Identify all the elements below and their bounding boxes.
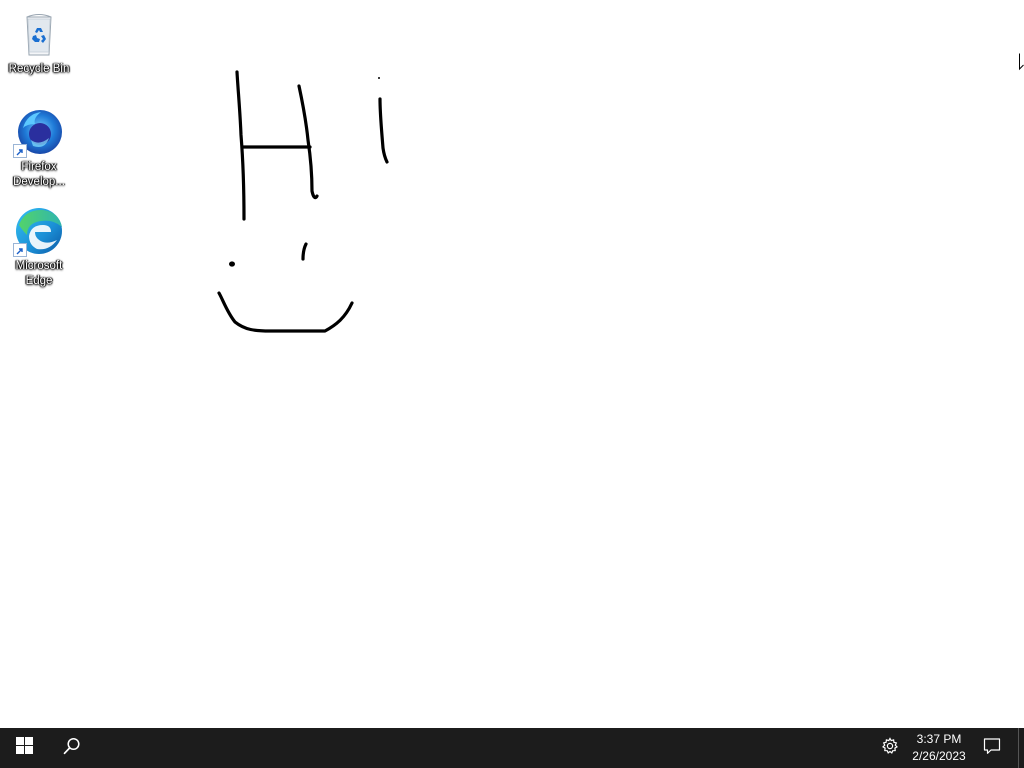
show-desktop-button[interactable]: [1018, 728, 1024, 768]
smiley-left-eye: [229, 261, 235, 267]
notification-icon: [983, 737, 1001, 760]
desktop-icon-label: Firefox Develop...: [13, 161, 65, 188]
smiley-right-eye: [301, 242, 308, 261]
desktop[interactable]: Recycle Bin Firefox Develop... Microsoft…: [0, 0, 1024, 728]
gear-icon: [881, 736, 899, 760]
search-icon: [63, 737, 81, 760]
letter-i-stem: [378, 97, 389, 164]
taskbar: 3:37 PM 2/26/2023: [0, 728, 1024, 768]
shortcut-arrow-icon: [13, 243, 27, 257]
recycle-bin-icon: [13, 8, 65, 60]
desktop-icon-label: Microsoft Edge: [15, 260, 63, 287]
notification-center-button[interactable]: [970, 728, 1014, 768]
letter-i-dot: [378, 77, 380, 79]
search-button[interactable]: [48, 728, 96, 768]
letter-h-left-stroke: [235, 70, 246, 221]
windows-logo-icon: [15, 737, 33, 759]
smiley-mouth: [217, 291, 354, 333]
tray-settings-button[interactable]: [870, 728, 910, 768]
clock-time: 3:37 PM: [916, 732, 962, 746]
edge-icon: [13, 205, 65, 257]
desktop-icon-firefox-developer[interactable]: Firefox Develop...: [4, 106, 74, 190]
shortcut-arrow-icon: [13, 144, 27, 158]
desktop-icon-label: Recycle Bin: [8, 63, 70, 75]
firefox-developer-icon: [13, 106, 65, 158]
letter-h-right-stroke: [297, 84, 319, 200]
mouse-cursor-icon: [1019, 53, 1024, 76]
clock-date: 2/26/2023: [912, 749, 966, 763]
start-button[interactable]: [0, 728, 48, 768]
freehand-drawing: [217, 70, 389, 333]
desktop-icon-recycle-bin[interactable]: Recycle Bin: [4, 8, 74, 77]
taskbar-clock[interactable]: 3:37 PM 2/26/2023: [908, 728, 970, 768]
desktop-icon-microsoft-edge[interactable]: Microsoft Edge: [4, 205, 74, 289]
